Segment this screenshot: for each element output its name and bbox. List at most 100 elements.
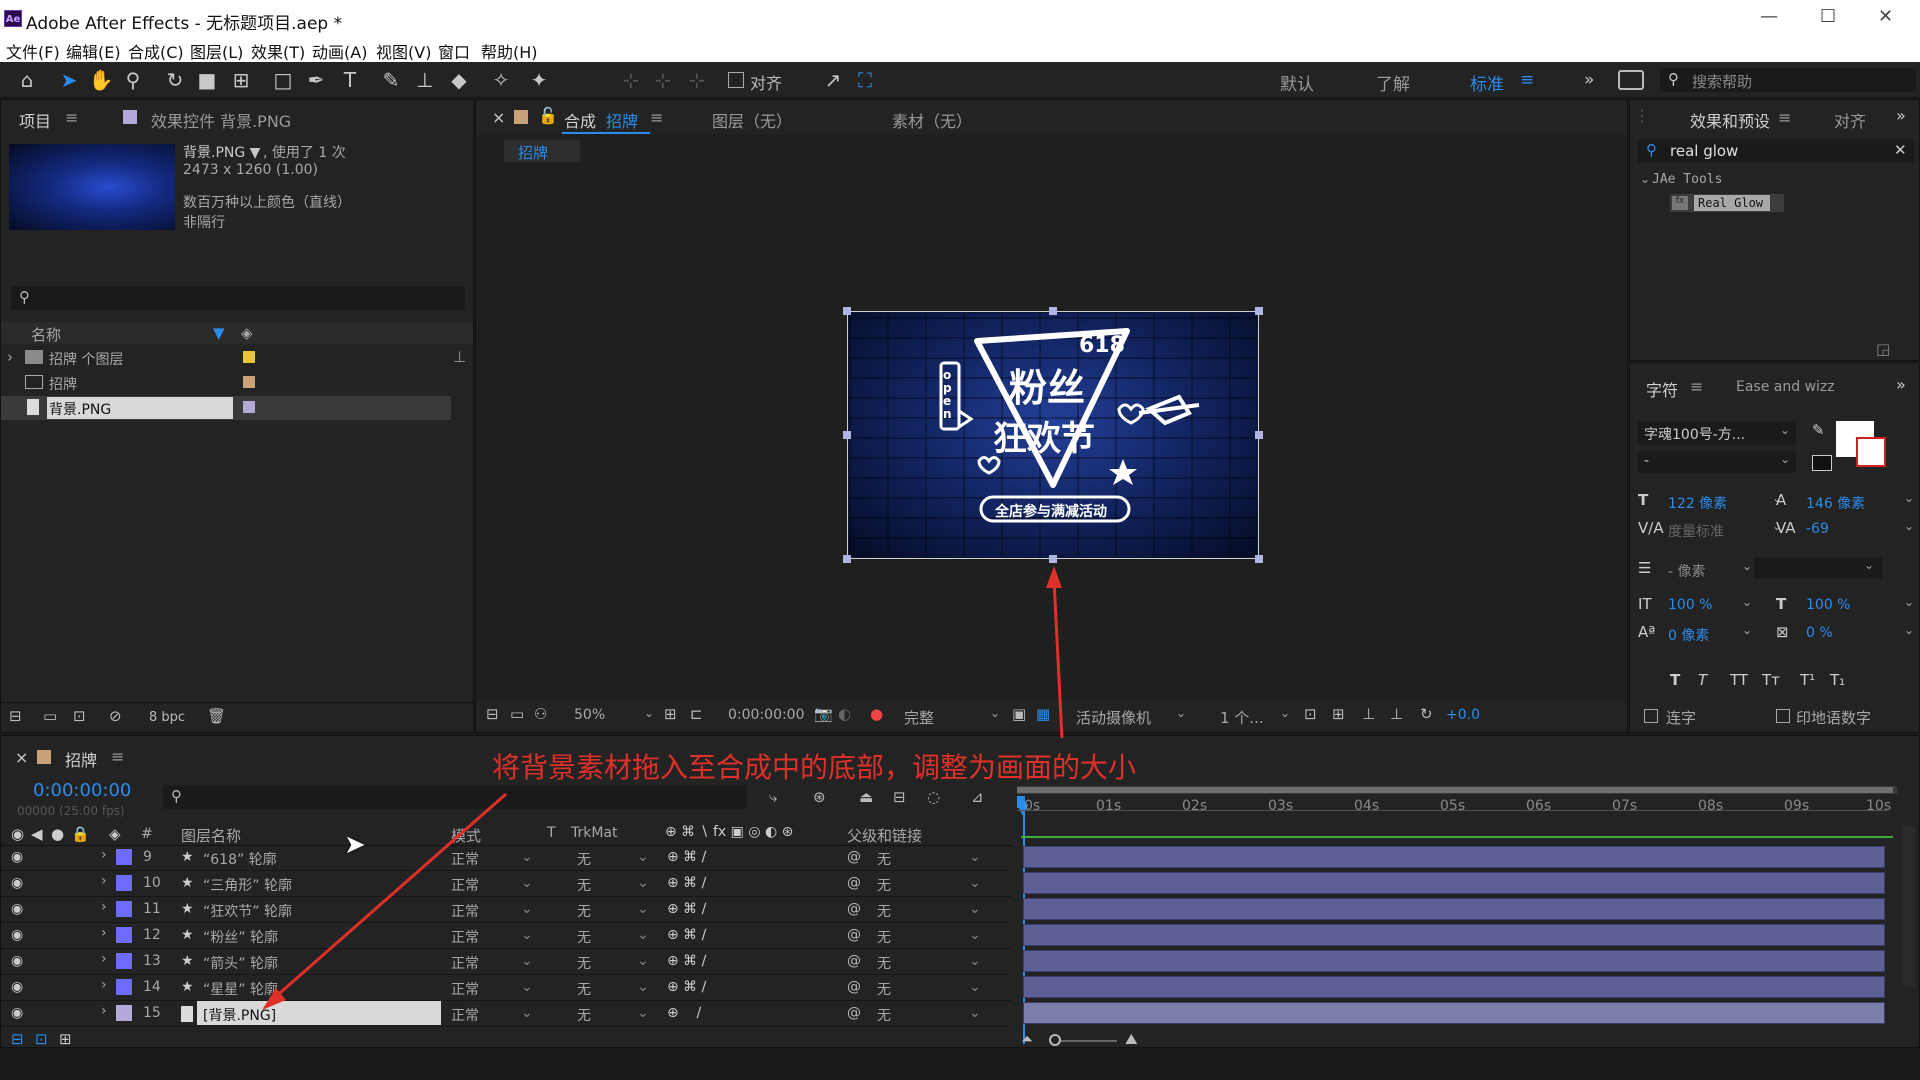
- chevron-down-icon[interactable]: ⌄: [521, 901, 533, 917]
- visibility-eye-icon[interactable]: ◉: [11, 927, 23, 943]
- workspace-default[interactable]: 默认: [1280, 70, 1314, 95]
- region-icon[interactable]: ⊏: [690, 705, 703, 723]
- layer-row[interactable]: ◉ › 12 ★ “粉丝” 轮廓 正常 ⌄ 无 ⌄ ⊕ ⌘ ∕ @ 无 ⌄: [1, 923, 1011, 949]
- faux-bold-icon[interactable]: T: [1670, 671, 1680, 689]
- selection-tool-icon[interactable]: ➤: [56, 67, 82, 93]
- stroke-type-select[interactable]: ⌄: [1754, 557, 1882, 579]
- transform-handle[interactable]: [1255, 555, 1263, 563]
- roi-icon[interactable]: ▣: [1012, 705, 1026, 723]
- layer-name[interactable]: “星星” 轮廓: [203, 979, 278, 999]
- pick-whip-icon[interactable]: @: [847, 1005, 861, 1021]
- menu-animation[interactable]: 动画(A): [312, 39, 367, 63]
- layer-bounding-box[interactable]: [847, 311, 1259, 559]
- sort-icon[interactable]: ▼: [213, 324, 225, 342]
- vertical-scale-value[interactable]: 100 %: [1668, 597, 1712, 613]
- layer-switches-icon[interactable]: ⊕ ⌘ ∕: [667, 953, 706, 969]
- layer-label-color[interactable]: [116, 979, 132, 995]
- fast-preview-icon[interactable]: ⊞: [1332, 705, 1345, 723]
- layer-row-selected[interactable]: ◉ › 15 [背景.PNG] 正常 ⌄ 无 ⌄ ⊕ ∕ @ 无 ⌄: [1, 1001, 1011, 1027]
- layer-duration-bar[interactable]: [1023, 872, 1885, 894]
- menu-composition[interactable]: 合成(C): [128, 39, 184, 63]
- transform-handle[interactable]: [843, 307, 851, 315]
- visibility-eye-icon[interactable]: ◉: [11, 875, 23, 891]
- timeline-icon[interactable]: ⊥: [1362, 705, 1375, 723]
- layer-mode[interactable]: 正常: [451, 1005, 479, 1025]
- chevron-down-icon[interactable]: ⌄: [637, 979, 649, 995]
- world-axis-icon[interactable]: ⊹: [650, 67, 676, 93]
- timeline-scrollbar[interactable]: [1903, 826, 1915, 986]
- transform-handle[interactable]: [1255, 431, 1263, 439]
- layer-row[interactable]: ◉ › 9 ★ “618” 轮廓 正常 ⌄ 无 ⌄ ⊕ ⌘ ∕ @ 无 ⌄: [1, 845, 1011, 871]
- 3d-glasses-icon[interactable]: ⚇: [534, 705, 547, 723]
- layer-duration-bar[interactable]: [1023, 898, 1885, 920]
- layer-mode[interactable]: 正常: [451, 875, 479, 895]
- layer-name[interactable]: “粉丝” 轮廓: [203, 927, 278, 947]
- col-mode[interactable]: 模式: [451, 825, 481, 846]
- chevron-down-icon[interactable]: ⌄: [1176, 706, 1186, 720]
- horizontal-scale-value[interactable]: 100 %: [1806, 597, 1850, 613]
- transform-handle[interactable]: [843, 555, 851, 563]
- project-settings-icon[interactable]: ⊘: [109, 707, 122, 725]
- close-tab-icon[interactable]: ×: [15, 748, 28, 767]
- chevron-down-icon[interactable]: ⌄: [969, 901, 981, 917]
- menu-edit[interactable]: 编辑(E): [66, 39, 121, 63]
- layer-trkmat[interactable]: 无: [577, 927, 591, 947]
- transform-handle[interactable]: [1255, 307, 1263, 315]
- layer-trkmat[interactable]: 无: [577, 901, 591, 921]
- snapshot-icon[interactable]: 📷: [814, 705, 833, 723]
- layer-label-color[interactable]: [116, 875, 132, 891]
- expand-icon[interactable]: ›: [101, 1003, 107, 1019]
- chevron-down-icon[interactable]: ⌄: [1280, 706, 1290, 720]
- layer-label-color[interactable]: [116, 901, 132, 917]
- visibility-eye-icon[interactable]: ◉: [11, 979, 23, 995]
- chevron-down-icon[interactable]: ⌄: [1742, 559, 1752, 573]
- pan-behind-tool-icon[interactable]: ⊞: [228, 67, 254, 93]
- workspace-learn[interactable]: 了解: [1376, 70, 1410, 95]
- layer-switches-toggle-icon[interactable]: ⊟: [11, 1030, 24, 1048]
- panel-menu-icon[interactable]: ≡: [1778, 108, 1791, 127]
- pick-whip-icon[interactable]: @: [847, 979, 861, 995]
- chevron-down-icon[interactable]: ⌄: [969, 849, 981, 865]
- zoom-level[interactable]: 50%: [574, 707, 605, 723]
- pick-whip-icon[interactable]: @: [847, 875, 861, 891]
- layer-name[interactable]: “三角形” 轮廓: [203, 875, 292, 895]
- layer-duration-bar[interactable]: [1023, 924, 1885, 946]
- delete-icon[interactable]: 🗑: [207, 707, 226, 725]
- type-tool-icon[interactable]: T: [337, 67, 363, 93]
- panel-menu-icon[interactable]: ≡: [650, 108, 663, 127]
- subscript-icon[interactable]: T₁: [1830, 671, 1845, 689]
- layer-row[interactable]: ◉ › 11 ★ “狂欢节” 轮廓 正常 ⌄ 无 ⌄ ⊕ ⌘ ∕ @ 无 ⌄: [1, 897, 1011, 923]
- layer-label-color[interactable]: [116, 927, 132, 943]
- superscript-icon[interactable]: T¹: [1800, 671, 1815, 689]
- project-search-input[interactable]: ⚲: [11, 286, 465, 310]
- layer-search-input[interactable]: ⚲: [163, 785, 747, 809]
- menu-window[interactable]: 窗口: [438, 39, 470, 63]
- zoom-tool-icon[interactable]: ⚲: [120, 67, 146, 93]
- zoom-out-icon[interactable]: ⏶: [1021, 1030, 1033, 1048]
- chevron-down-icon[interactable]: ⌄: [637, 927, 649, 943]
- layer-name[interactable]: [背景.PNG]: [203, 1005, 276, 1025]
- more-tabs-icon[interactable]: »: [1896, 375, 1906, 394]
- camera-tool-icon[interactable]: ■: [194, 67, 220, 93]
- layer-switches-icon[interactable]: ⊕ ⌘ ∕: [667, 875, 706, 891]
- more-workspaces-icon[interactable]: »: [1584, 70, 1594, 90]
- col-t[interactable]: T: [547, 825, 556, 841]
- always-preview-icon[interactable]: ⊟: [486, 705, 499, 723]
- pick-whip-icon[interactable]: @: [847, 927, 861, 943]
- draft-3d-icon[interactable]: ⊛: [813, 788, 826, 806]
- bit-depth[interactable]: 8 bpc: [149, 710, 185, 725]
- motion-blur-icon[interactable]: ◌: [927, 788, 940, 806]
- chevron-down-icon[interactable]: ⌄: [990, 706, 1000, 720]
- tab-project[interactable]: 项目: [19, 108, 51, 132]
- visibility-eye-icon[interactable]: ◉: [11, 849, 23, 865]
- layer-duration-bar[interactable]: [1023, 1002, 1885, 1024]
- col-layer-name[interactable]: 图层名称: [181, 825, 241, 846]
- workspace-standard[interactable]: 标准: [1470, 70, 1504, 95]
- layer-switches-icon[interactable]: ⊕ ⌘ ∕: [667, 927, 706, 943]
- tab-effects-presets[interactable]: 效果和预设: [1690, 108, 1770, 132]
- col-num[interactable]: #: [141, 826, 153, 842]
- layer-name[interactable]: “箭头” 轮廓: [203, 953, 278, 973]
- chevron-down-icon[interactable]: ⌄: [637, 875, 649, 891]
- all-caps-icon[interactable]: TT: [1730, 671, 1748, 689]
- chevron-down-icon[interactable]: ⌄: [637, 953, 649, 969]
